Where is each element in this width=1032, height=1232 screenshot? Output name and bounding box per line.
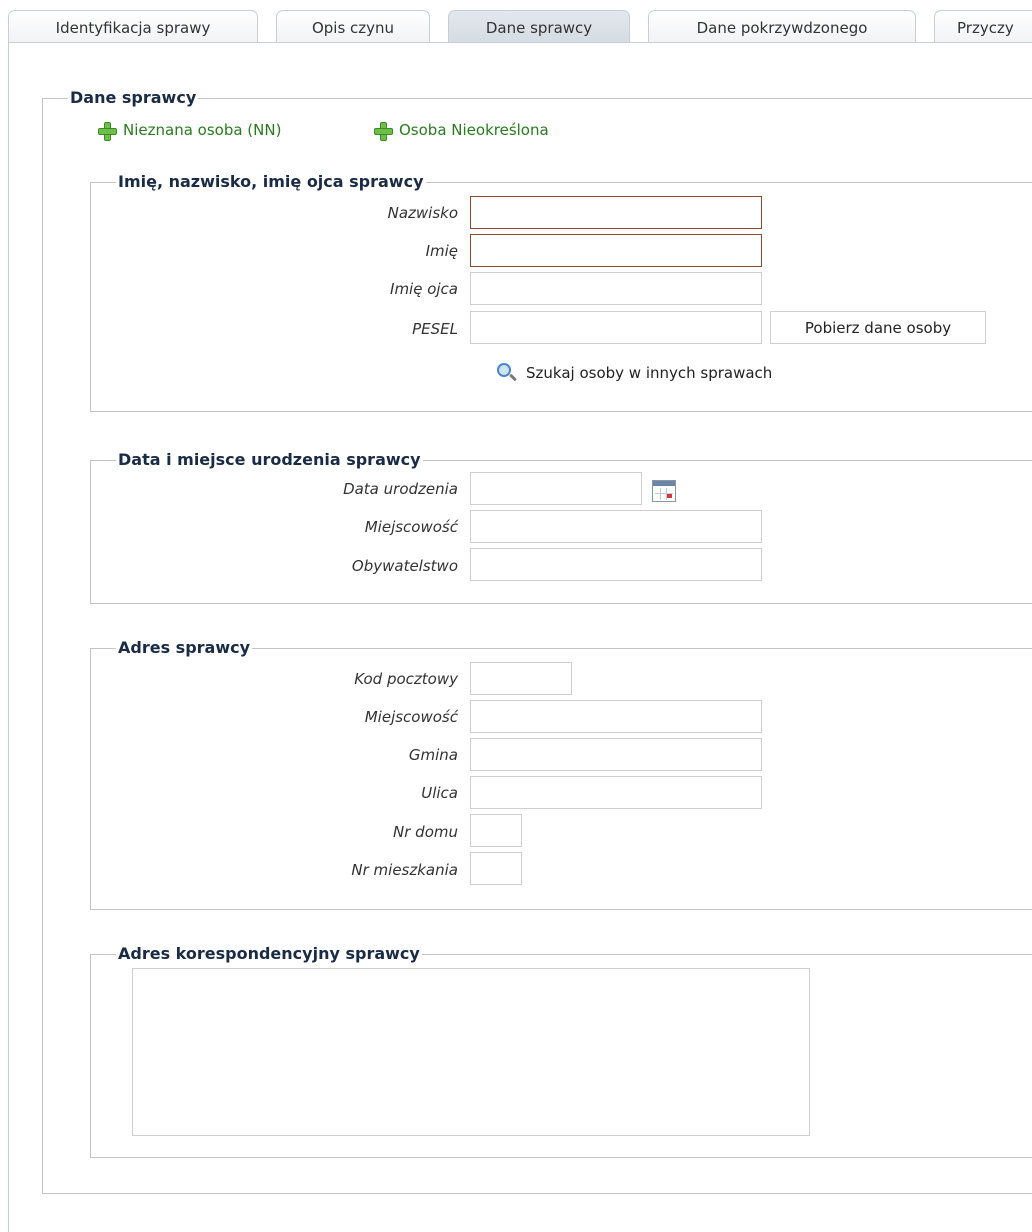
street-label: Ulica [421,784,458,802]
unspecified-person-label: Osoba Nieokreślona [399,121,549,139]
pesel-label: PESEL [412,320,458,338]
apartment-number-input[interactable] [470,852,522,885]
address-city-label: Miejscowość [364,708,458,726]
citizenship-label: Obywatelstwo [351,557,458,575]
tab-label: Przyczy [957,18,1014,37]
offender-data-legend: Dane sprawcy [68,88,199,107]
name-legend: Imię, nazwisko, imię ojca sprawcy [116,172,426,191]
first-name-label: Imię [425,242,458,260]
unknown-person-label: Nieznana osoba (NN) [123,121,282,139]
tab-label: Opis czynu [311,18,395,37]
first-name-input[interactable] [470,234,762,267]
apartment-number-label: Nr mieszkania [351,861,458,879]
plus-icon [374,121,393,141]
tab-dane-sprawcy[interactable]: Dane sprawcy [448,10,630,44]
search-person-label: Szukaj osoby w innych sprawach [526,364,773,382]
unknown-person-link[interactable]: Nieznana osoba (NN) [98,121,282,141]
tab-label: Dane sprawcy [485,18,593,37]
postal-code-label: Kod pocztowy [354,670,458,688]
pesel-input[interactable] [470,311,762,344]
plus-icon [98,121,117,141]
father-name-label: Imię ojca [390,280,458,298]
citizenship-input[interactable] [470,548,762,581]
birth-date-input[interactable] [470,472,642,505]
surname-input[interactable] [470,196,762,229]
tab-przyczyny[interactable]: Przyczy [934,10,1032,44]
father-name-input[interactable] [470,272,762,305]
unspecified-person-link[interactable]: Osoba Nieokreślona [374,121,549,141]
tab-dane-pokrzywdzonego[interactable]: Dane pokrzywdzonego [648,10,916,44]
calendar-icon[interactable] [652,480,676,502]
tab-label: Dane pokrzywdzonego [696,18,868,37]
birth-city-label: Miejscowość [364,518,458,536]
house-number-label: Nr domu [393,823,458,841]
postal-code-input[interactable] [470,662,572,695]
tab-label: Identyfikacja sprawy [55,18,211,37]
correspondence-legend: Adres korespondencyjny sprawcy [116,944,422,963]
street-input[interactable] [470,776,762,809]
address-legend: Adres sprawcy [116,638,253,657]
search-person-link[interactable]: Szukaj osoby w innych sprawach [496,362,772,384]
birth-city-input[interactable] [470,510,762,543]
commune-input[interactable] [470,738,762,771]
tab-opis-czynu[interactable]: Opis czynu [276,10,430,44]
correspondence-address-textarea[interactable] [132,968,810,1136]
birth-legend: Data i miejsce urodzenia sprawcy [116,450,423,469]
address-city-input[interactable] [470,700,762,733]
magnifier-icon [496,362,518,384]
house-number-input[interactable] [470,814,522,847]
commune-label: Gmina [408,746,458,764]
tab-identyfikacja-sprawy[interactable]: Identyfikacja sprawy [8,10,258,44]
fetch-person-data-button[interactable]: Pobierz dane osoby [770,311,986,344]
tab-bar: Identyfikacja sprawy Opis czynu Dane spr… [0,0,1032,44]
surname-label: Nazwisko [387,204,458,222]
birth-date-label: Data urodzenia [343,480,458,498]
